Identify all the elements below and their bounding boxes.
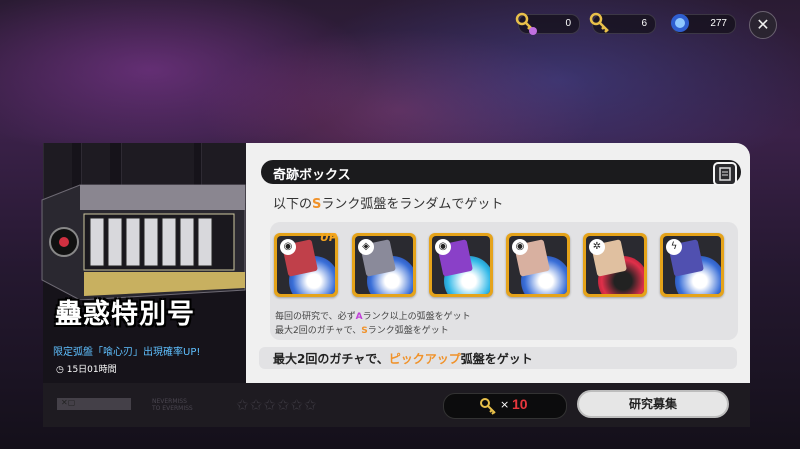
currency-value: 6 bbox=[641, 18, 647, 29]
card-item[interactable]: ◉ bbox=[506, 233, 570, 297]
banner-time-left: ◷ 15日01時間 bbox=[56, 362, 117, 375]
card-item[interactable]: ◉ bbox=[429, 233, 493, 297]
pickup-text: 最大2回のガチャで、ピックアップ弧盤をゲット bbox=[273, 352, 533, 366]
star-rating: ✩✩✩✩✩✩ bbox=[236, 396, 318, 414]
bottom-tag: ✕▢ bbox=[57, 398, 131, 410]
box-illustration bbox=[41, 184, 246, 300]
cube-icon: ◈ bbox=[358, 239, 374, 255]
cost-amount: 10 bbox=[512, 396, 528, 412]
panel-title: 奇跡ボックス bbox=[273, 168, 351, 183]
card-item[interactable]: ✲ bbox=[583, 233, 647, 297]
panel-subtitle: 以下のSランク弧盤をランダムでゲット bbox=[273, 197, 504, 212]
close-button[interactable]: ✕ bbox=[749, 11, 777, 39]
up-badge: UP bbox=[320, 231, 337, 244]
card-item[interactable]: ϟ bbox=[660, 233, 724, 297]
gear-icon: ✲ bbox=[589, 239, 605, 255]
swirl-icon: ◉ bbox=[435, 239, 451, 255]
crystal-orb-icon bbox=[671, 14, 689, 32]
bolt-icon: ϟ bbox=[666, 239, 682, 255]
gold-key-icon bbox=[480, 398, 496, 415]
currency-crystal[interactable]: 277 bbox=[671, 14, 736, 34]
swirl-icon: ◉ bbox=[280, 239, 296, 255]
currency-rainbow-key[interactable]: 0 bbox=[515, 12, 580, 35]
rainbow-key-icon bbox=[515, 12, 537, 35]
info-button[interactable] bbox=[713, 162, 737, 186]
card-item[interactable]: ◈ bbox=[352, 233, 416, 297]
desc-line-2: 最大2回のガチャで、Sランク弧盤をゲット bbox=[275, 326, 449, 336]
clock-icon: ◷ bbox=[56, 365, 64, 375]
currency-gold-key[interactable]: 6 bbox=[589, 12, 656, 34]
desc-line-1: 毎回の研究で、必ずAランク以上の弧盤をゲット bbox=[275, 312, 471, 322]
gold-key-icon bbox=[589, 12, 609, 33]
cost-multiplier: × bbox=[500, 398, 510, 411]
time-left-value: 15日01時間 bbox=[66, 365, 117, 375]
bottom-faint-text: NEVERMISS TO EVERMISS bbox=[152, 398, 193, 412]
recruit-button[interactable]: 研究募集 bbox=[577, 390, 729, 418]
banner-subtitle: 限定弧盤「喰心刃」出現確率UP! bbox=[53, 347, 201, 358]
swirl-icon: ◉ bbox=[512, 239, 528, 255]
document-icon bbox=[719, 167, 731, 181]
currency-value: 277 bbox=[710, 18, 727, 29]
banner-title: 蠱惑特別号 bbox=[55, 299, 195, 330]
currency-value: 0 bbox=[565, 18, 571, 29]
